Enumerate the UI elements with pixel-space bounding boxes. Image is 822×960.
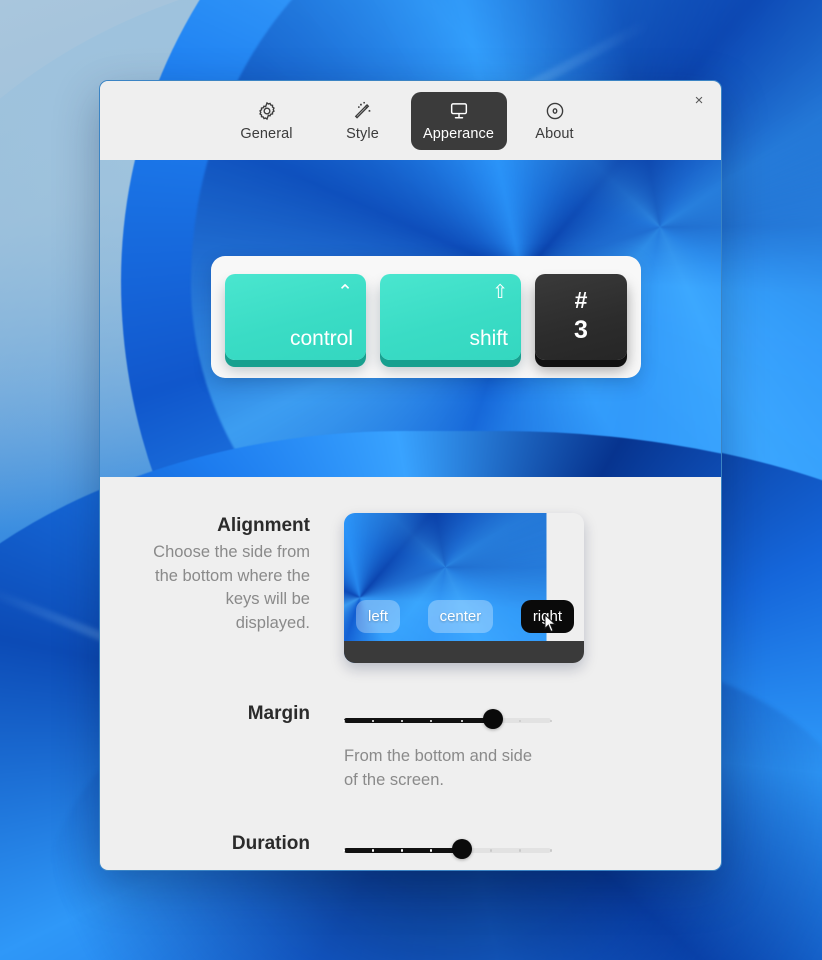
slider-tick — [489, 849, 493, 852]
slider-tick — [549, 849, 553, 852]
tab-general[interactable]: General — [219, 92, 315, 150]
margin-slider[interactable] — [342, 709, 553, 731]
slider-thumb[interactable] — [451, 838, 472, 859]
key-label: control — [289, 327, 353, 350]
slider-thumb[interactable] — [483, 709, 504, 729]
slider-tick — [549, 719, 553, 722]
slider-tick — [400, 849, 404, 852]
duration-slider[interactable] — [342, 838, 553, 861]
wand-icon — [352, 100, 374, 122]
keys-live-preview: ⌃ control ⇧ shift # 3 — [100, 160, 721, 477]
key-label: 3 — [574, 316, 588, 344]
key-shift: ⇧ shift — [380, 274, 521, 360]
margin-title: Margin — [247, 703, 310, 724]
alignment-preview[interactable]: left center right — [344, 513, 584, 663]
monitor-icon — [448, 100, 470, 122]
tab-label: About — [535, 125, 574, 142]
slider-tick — [342, 849, 346, 852]
slider-tick — [518, 849, 522, 852]
settings-panel: Alignment Choose the side from the botto… — [100, 477, 721, 870]
tab-label: Apperance — [422, 125, 495, 142]
alignment-options: left center right — [356, 600, 574, 633]
margin-description: From the bottom and side of the screen. — [344, 747, 533, 789]
alignment-title: Alignment — [217, 515, 310, 536]
close-icon[interactable]: × — [688, 89, 710, 111]
alignment-option-center[interactable]: center — [427, 600, 494, 633]
setting-alignment: Alignment Choose the side from the botto… — [100, 513, 721, 663]
shift-glyph-icon: ⇧ — [492, 282, 508, 303]
tab-label: General — [240, 125, 293, 142]
tab-label: Style — [346, 125, 379, 142]
desktop-wallpaper: General Style Apperance About × ⌃ contro… — [0, 0, 822, 960]
key-control: ⌃ control — [225, 274, 366, 360]
duration-control: For how much time keys — [342, 831, 661, 870]
alignment-control: left center right — [344, 513, 661, 663]
slider-fill — [344, 718, 494, 723]
settings-window: General Style Apperance About × ⌃ contro… — [99, 80, 722, 871]
gear-icon — [256, 100, 278, 122]
margin-control: From the bottom and side of the screen. — [342, 701, 661, 793]
duration-title: Duration — [231, 832, 310, 854]
control-glyph-icon: ⌃ — [337, 282, 353, 303]
slider-tick — [371, 849, 375, 852]
alignment-description: Choose the side from the bottom where th… — [153, 542, 310, 633]
setting-margin: Margin From the bottom and side of the s… — [100, 701, 721, 793]
key-label: shift — [469, 327, 508, 350]
alignment-option-right[interactable]: right — [520, 600, 574, 633]
slider-tick — [429, 849, 433, 852]
tab-bar: General Style Apperance About × — [100, 81, 721, 160]
keys-card: ⌃ control ⇧ shift # 3 — [211, 256, 641, 378]
setting-duration: Duration For how much time keys — [100, 831, 721, 870]
alignment-option-left[interactable]: left — [356, 600, 401, 633]
alignment-preview-taskbar — [344, 641, 584, 663]
hash-glyph-icon: # — [574, 287, 588, 313]
alignment-label-block: Alignment Choose the side from the botto… — [148, 513, 344, 636]
margin-label-block: Margin — [148, 701, 344, 727]
disc-icon — [544, 100, 566, 122]
row-spacer — [100, 793, 721, 831]
tab-style[interactable]: Style — [315, 92, 411, 150]
row-spacer — [100, 663, 721, 701]
tab-about[interactable]: About — [507, 92, 603, 150]
duration-label-block: Duration — [148, 831, 344, 857]
tab-apperance[interactable]: Apperance — [410, 91, 507, 150]
key-number-3: # 3 — [535, 274, 627, 360]
